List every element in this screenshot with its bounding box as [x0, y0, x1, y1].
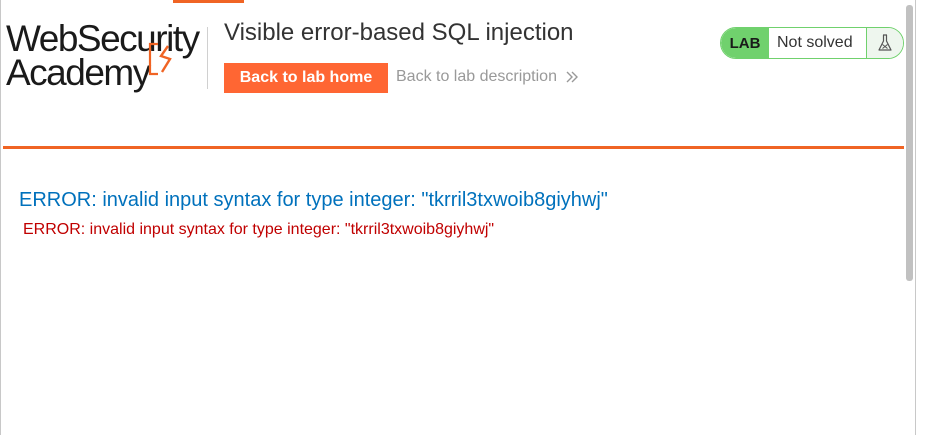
- back-to-lab-home-button[interactable]: Back to lab home: [224, 63, 388, 93]
- back-to-lab-description-link[interactable]: Back to lab description: [396, 68, 579, 86]
- lab-status-widget: LAB Not solved: [720, 27, 904, 59]
- lab-status-text: Not solved: [769, 28, 867, 58]
- double-chevron-right-icon: [566, 71, 578, 83]
- error-detail: ERROR: invalid input syntax for type int…: [23, 221, 495, 238]
- header-divider: [207, 27, 208, 89]
- lab-badge: LAB: [721, 28, 769, 58]
- lab-title: Visible error-based SQL injection: [224, 19, 574, 46]
- back-to-lab-description-label: Back to lab description: [396, 68, 557, 85]
- error-heading: ERROR: invalid input syntax for type int…: [19, 189, 608, 211]
- flask-icon: [878, 34, 892, 51]
- lightning-bolt-icon: [148, 42, 172, 76]
- scrollbar-track[interactable]: [916, 0, 931, 435]
- flask-icon-container: [867, 28, 903, 58]
- top-accent-bar: [173, 0, 244, 3]
- scrollbar-thumb[interactable]: [906, 5, 913, 281]
- header-separator: [3, 146, 904, 149]
